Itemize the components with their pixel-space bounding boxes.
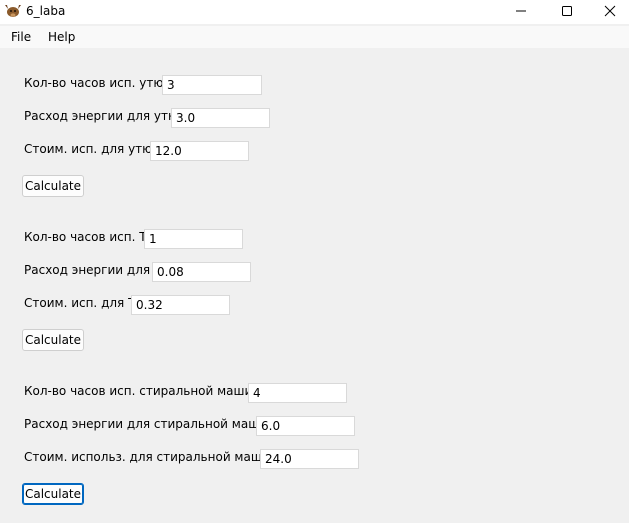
washer-cost-label: Стоим. использ. для стиральной машины: [24, 450, 287, 464]
iron-energy-label: Расход энергии для утюга: [24, 109, 192, 123]
tv-energy-input[interactable]: [152, 262, 251, 282]
minimize-icon: [516, 10, 526, 12]
title-bar: 6_laba: [0, 0, 629, 24]
iron-cost-input[interactable]: [150, 141, 249, 161]
menu-help[interactable]: Help: [48, 30, 75, 44]
tv-hours-input[interactable]: [144, 229, 243, 249]
iron-hours-input[interactable]: [162, 75, 262, 95]
washer-calculate-button[interactable]: Calculate: [22, 483, 84, 505]
washer-hours-input[interactable]: [248, 383, 347, 403]
maximize-button[interactable]: [544, 0, 590, 22]
iron-calculate-button[interactable]: Calculate: [22, 175, 84, 197]
tv-energy-label: Расход энергии для ТВ: [24, 263, 170, 277]
tv-hours-label: Кол-во часов исп. ТВ: [24, 230, 155, 244]
washer-hours-label: Кол-во часов исп. стиральной машины: [24, 384, 270, 398]
washer-energy-label: Расход энергии для стиральной машины: [24, 417, 285, 431]
window-title: 6_laba: [26, 4, 66, 18]
maximize-icon: [562, 6, 572, 16]
menu-file[interactable]: File: [11, 30, 31, 44]
washer-energy-input[interactable]: [256, 416, 355, 436]
tv-cost-input[interactable]: [131, 295, 230, 315]
iron-energy-input[interactable]: [171, 108, 270, 128]
minimize-button[interactable]: [498, 0, 544, 22]
app-icon: [5, 5, 21, 17]
iron-cost-label: Стоим. исп. для утюга: [24, 142, 166, 156]
close-button[interactable]: [590, 0, 629, 22]
tv-calculate-button[interactable]: Calculate: [22, 329, 84, 351]
washer-cost-input[interactable]: [260, 449, 359, 469]
menu-bar: File Help: [0, 26, 629, 48]
close-icon: [604, 5, 616, 17]
tv-cost-label: Стоим. исп. для ТВ: [24, 296, 144, 310]
iron-hours-label: Кол-во часов исп. утюга: [24, 76, 178, 90]
